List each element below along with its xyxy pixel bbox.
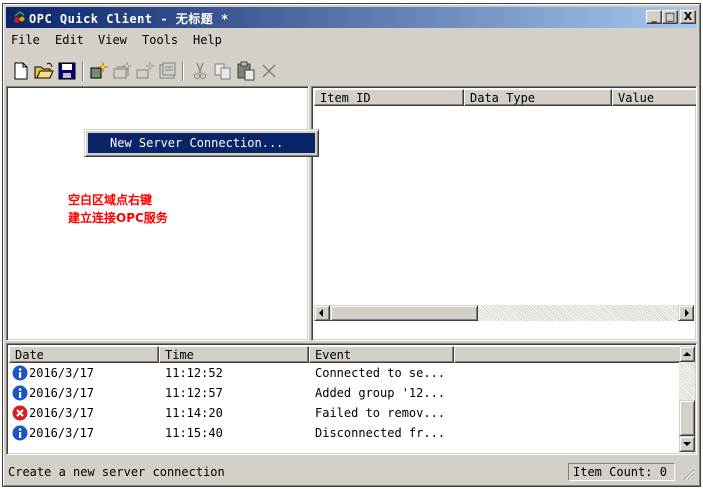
new-group-icon[interactable] [111, 60, 133, 82]
item-list-header: Item ID Data Type Value [314, 89, 696, 106]
new-server-icon[interactable] [88, 60, 110, 82]
column-event[interactable]: Event [309, 346, 454, 363]
log-date: 2016/3/17 [29, 366, 95, 380]
arrow-up-icon [683, 352, 691, 356]
log-event: Added group '12... [315, 386, 446, 400]
menu-edit[interactable]: Edit [55, 33, 84, 47]
column-item-id[interactable]: Item ID [314, 89, 464, 106]
scroll-right-button[interactable] [678, 305, 694, 321]
log-date: 2016/3/17 [29, 426, 95, 440]
delete-icon[interactable] [258, 60, 280, 82]
maximize-button[interactable]: □ [662, 10, 678, 24]
menu-item-new-server-connection[interactable]: New Server Connection... [88, 133, 315, 153]
log-time: 11:12:52 [165, 366, 223, 380]
menu-help[interactable]: Help [193, 33, 222, 47]
log-row[interactable]: 2016/3/17 11:12:52 Connected to se... [9, 363, 669, 383]
opc-app-icon [14, 11, 25, 23]
log-date: 2016/3/17 [29, 406, 95, 420]
column-data-type[interactable]: Data Type [464, 89, 612, 106]
paste-icon[interactable] [235, 60, 257, 82]
window-title: OPC Quick Client - 无标题 * [29, 12, 229, 26]
menu-view[interactable]: View [98, 33, 127, 47]
horizontal-scroll-track[interactable] [478, 305, 678, 321]
column-time[interactable]: Time [159, 346, 309, 363]
column-value[interactable]: Value [612, 89, 696, 106]
menu-file[interactable]: File [11, 33, 40, 47]
log-row[interactable]: 2016/3/17 11:14:20 Failed to remov... [9, 403, 669, 423]
log-time: 11:12:57 [165, 386, 223, 400]
annotation-line-1: 空白区域点右键 [68, 193, 153, 207]
toolbar [6, 56, 697, 84]
horizontal-scroll-thumb[interactable] [330, 305, 478, 321]
log-event: Connected to se... [315, 366, 446, 380]
info-icon [12, 385, 28, 401]
log-row[interactable]: 2016/3/17 11:12:57 Added group '12... [9, 383, 669, 403]
menu-bar: File Edit View Tools Help [6, 30, 697, 50]
minimize-button[interactable]: _ [646, 10, 662, 24]
column-date[interactable]: Date [9, 346, 159, 363]
vertical-scroll-track[interactable] [679, 362, 695, 400]
close-icon: X [683, 10, 693, 23]
arrow-left-icon [319, 309, 323, 317]
info-icon [12, 365, 28, 381]
log-time: 11:15:40 [165, 426, 223, 440]
new-file-icon[interactable] [10, 60, 32, 82]
info-icon [12, 425, 28, 441]
copy-icon[interactable] [212, 60, 234, 82]
annotation-line-2: 建立连接OPC服务 [68, 211, 168, 225]
item-count-panel: Item Count: 0 [568, 463, 675, 481]
minimize-icon: _ [651, 10, 657, 23]
arrow-down-icon [683, 442, 691, 446]
error-icon [12, 405, 28, 421]
event-log-pane[interactable]: Date Time Event 2016/3/17 11:12:52 Conne… [6, 343, 697, 455]
resize-grip-icon[interactable] [681, 467, 695, 481]
close-button[interactable]: X [680, 10, 696, 24]
open-folder-icon[interactable] [33, 60, 55, 82]
toolbar-separator [182, 61, 184, 81]
save-icon[interactable] [56, 60, 78, 82]
maximize-icon: □ [664, 10, 676, 23]
column-spare [454, 346, 684, 363]
cut-icon[interactable] [189, 60, 211, 82]
arrow-right-icon [685, 309, 689, 317]
properties-icon[interactable] [157, 60, 179, 82]
menu-tools[interactable]: Tools [142, 33, 178, 47]
log-date: 2016/3/17 [29, 386, 95, 400]
log-event: Failed to remov... [315, 406, 446, 420]
scroll-up-button[interactable] [679, 346, 695, 362]
log-row[interactable]: 2016/3/17 11:15:40 Disconnected fr... [9, 423, 669, 443]
new-item-icon[interactable] [134, 60, 156, 82]
context-menu: New Server Connection... [84, 129, 319, 157]
toolbar-separator [82, 61, 84, 81]
scroll-left-button[interactable] [314, 305, 330, 321]
event-log-header: Date Time Event [9, 346, 684, 363]
item-list-pane[interactable]: Item ID Data Type Value [311, 86, 697, 341]
status-bar: Create a new server connection Item Coun… [6, 461, 697, 483]
scroll-down-button[interactable] [679, 436, 695, 452]
log-time: 11:14:20 [165, 406, 223, 420]
status-text: Create a new server connection [8, 465, 225, 479]
title-bar[interactable]: OPC Quick Client - 无标题 * _ □ X [6, 7, 697, 28]
main-window: OPC Quick Client - 无标题 * _ □ X File Edit… [2, 3, 701, 487]
log-event: Disconnected fr... [315, 426, 446, 440]
vertical-scroll-thumb[interactable] [679, 400, 695, 436]
